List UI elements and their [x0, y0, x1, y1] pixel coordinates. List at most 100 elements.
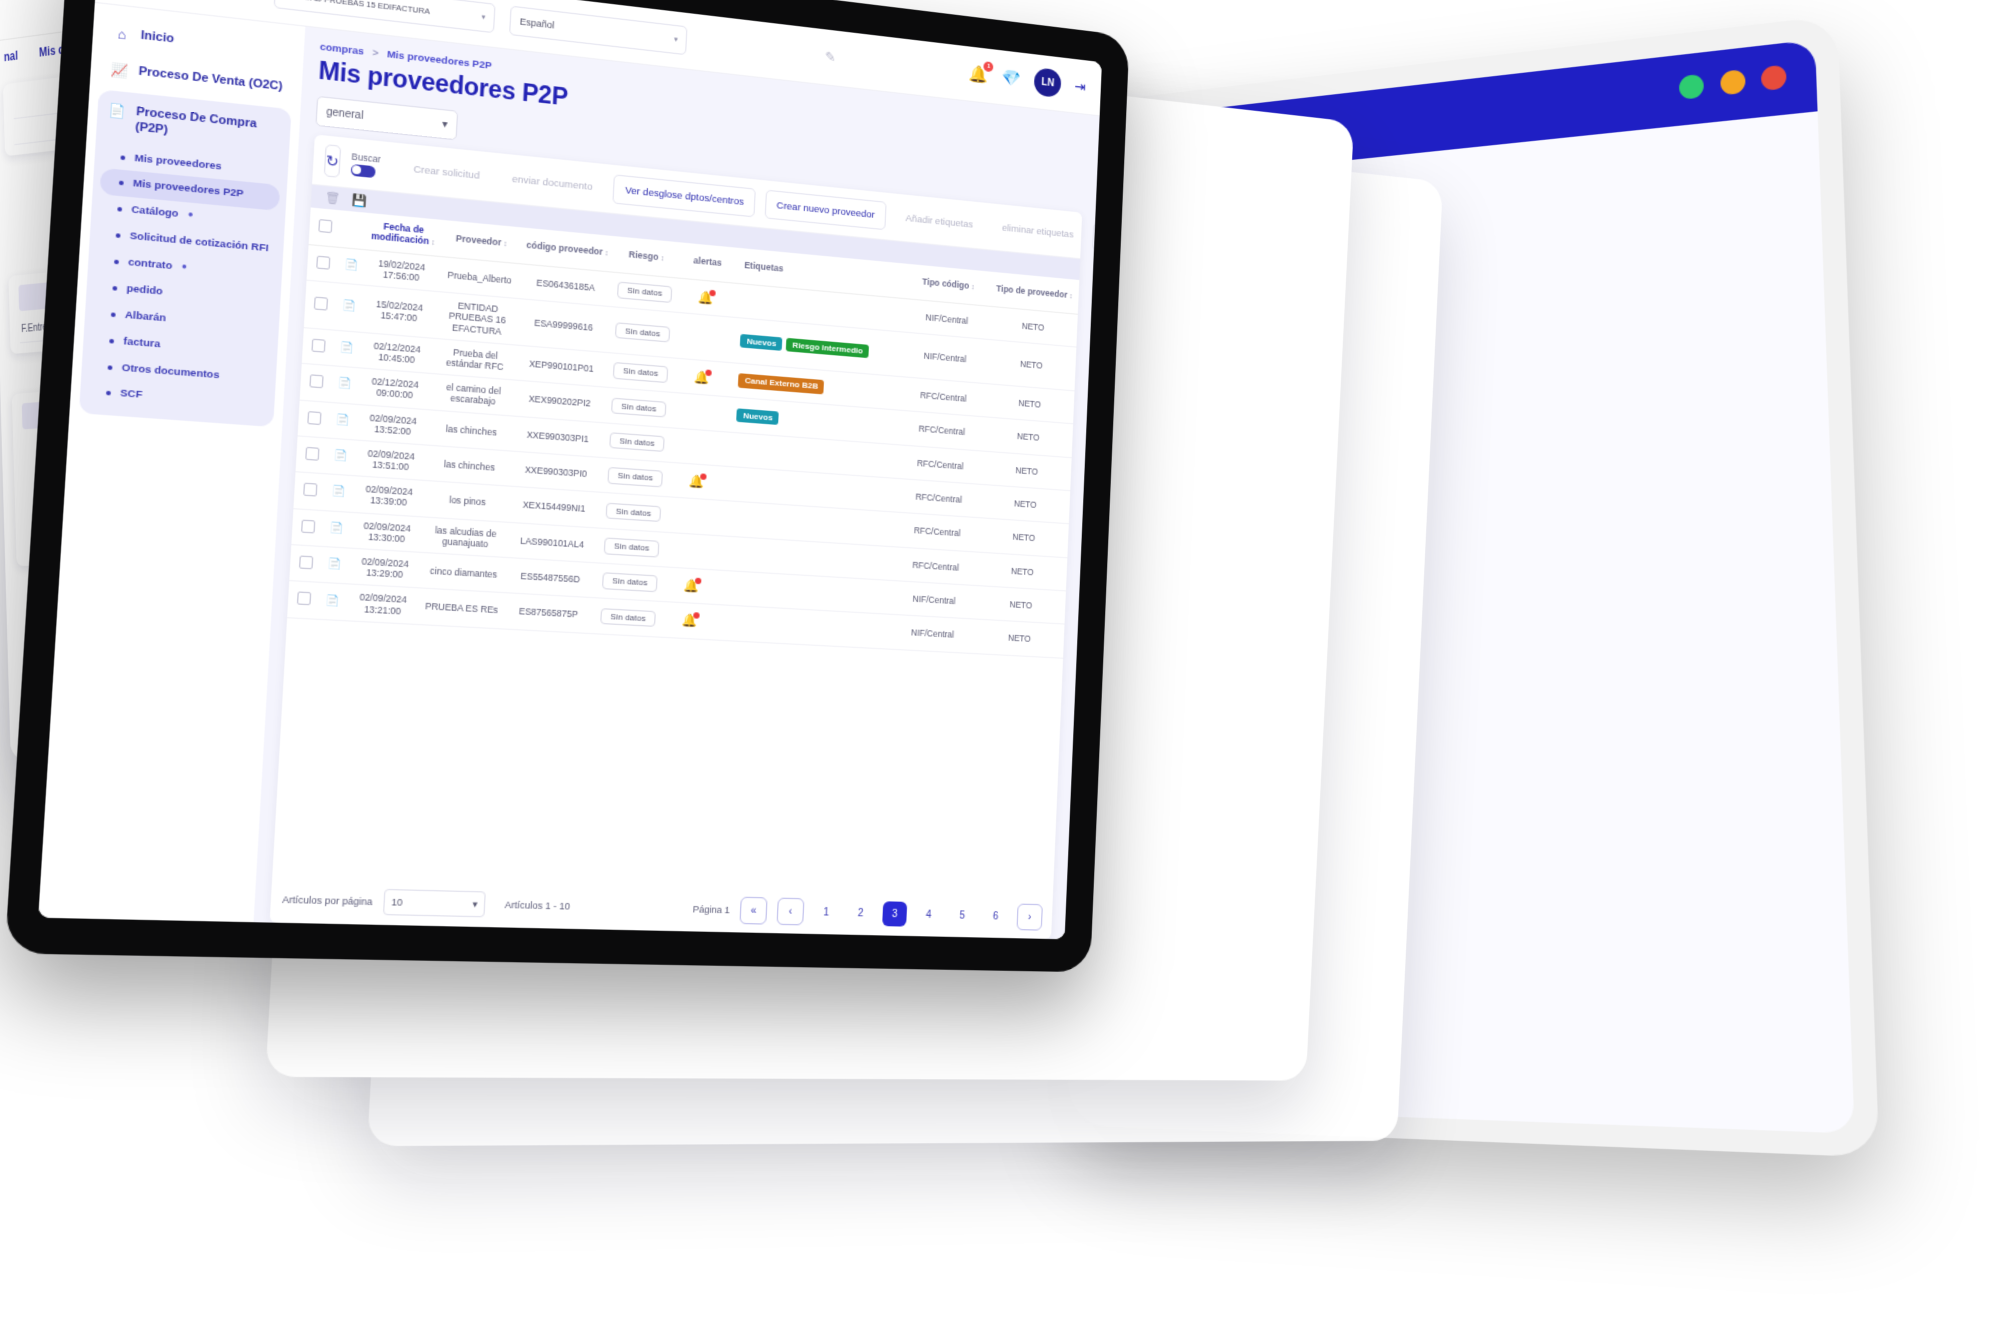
tab-nal[interactable]: nal	[4, 48, 18, 64]
notifications-button[interactable]: 🔔 1	[969, 61, 994, 86]
riesgo-pill[interactable]: Sin datos	[600, 607, 656, 628]
row-select-cell[interactable]	[291, 508, 325, 547]
page-number-3[interactable]: 3	[882, 901, 908, 927]
row-doc-cell[interactable]: 📄	[337, 247, 366, 286]
row-checkbox[interactable]	[316, 255, 331, 270]
first-page-button[interactable]: «	[739, 896, 768, 925]
row-checkbox[interactable]	[303, 483, 318, 497]
cell-riesgo: Sin datos	[603, 387, 675, 428]
cell-proveedor: las chinches	[426, 445, 513, 487]
ver-desglose-button[interactable]: Ver desglose dptos/centros	[612, 174, 756, 218]
row-select-cell[interactable]	[306, 244, 340, 284]
alert-bell-icon[interactable]: 🔔	[694, 369, 713, 385]
row-checkbox[interactable]	[300, 519, 316, 534]
riesgo-pill[interactable]: Sin datos	[615, 321, 670, 343]
language-select[interactable]: Español ▾	[509, 5, 688, 56]
row-select-cell[interactable]	[301, 327, 335, 366]
crear-solicitud-button[interactable]: Crear solicitud	[402, 154, 491, 190]
enviar-documento-button[interactable]: enviar documento	[501, 164, 604, 201]
riesgo-pill[interactable]: Sin datos	[607, 467, 663, 488]
row-doc-cell[interactable]: 📄	[334, 283, 364, 333]
row-checkbox[interactable]	[296, 591, 312, 606]
riesgo-pill[interactable]: Sin datos	[611, 397, 667, 418]
riesgo-pill[interactable]: Sin datos	[613, 362, 668, 383]
bullet-icon	[117, 207, 123, 212]
save-icon[interactable]: 💾	[351, 193, 367, 208]
riesgo-pill[interactable]: Sin datos	[609, 432, 665, 453]
eliminar-etiquetas-button[interactable]: eliminar etiquetas	[992, 214, 1084, 249]
window-dot-orange[interactable]	[1719, 69, 1746, 96]
prev-page-button[interactable]: ‹	[776, 897, 805, 926]
bullet-icon	[109, 338, 115, 344]
breadcrumb-root[interactable]: compras	[320, 41, 365, 58]
cell-fecha: 15/02/2024 15:47:00	[361, 285, 437, 339]
crear-nuevo-proveedor-button[interactable]: Crear nuevo proveedor	[764, 189, 887, 231]
row-checkbox[interactable]	[305, 446, 320, 461]
refresh-button[interactable]: ↻	[323, 144, 341, 178]
row-checkbox[interactable]	[307, 410, 322, 425]
view-select[interactable]: general ▾	[315, 95, 459, 141]
row-select-cell[interactable]	[293, 472, 327, 511]
alert-bell-icon[interactable]: 🔔	[689, 473, 707, 489]
sidebar-sub-label: Mis proveedores	[134, 151, 222, 173]
main-content: compras > Mis proveedores P2P Mis provee…	[253, 26, 1102, 940]
row-select-cell[interactable]	[297, 399, 331, 438]
sort-icon: ↕	[1069, 292, 1073, 301]
per-page-select[interactable]: 10 ▾	[382, 888, 486, 918]
alert-bell-icon[interactable]: 🔔	[698, 289, 717, 306]
row-checkbox[interactable]	[311, 338, 326, 353]
row-checkbox[interactable]	[313, 296, 328, 312]
chevron-down-icon: ▾	[441, 118, 448, 131]
notification-badge: 1	[983, 61, 994, 73]
page-number-5[interactable]: 5	[950, 903, 975, 928]
row-doc-cell[interactable]: 📄	[318, 582, 347, 621]
row-doc-cell[interactable]: 📄	[332, 329, 362, 368]
tag-badge[interactable]: Riesgo intermedio	[786, 337, 870, 359]
riesgo-pill[interactable]: Sin datos	[604, 537, 660, 558]
row-doc-cell[interactable]: 📄	[324, 474, 354, 512]
page-number-4[interactable]: 4	[916, 902, 941, 927]
alert-bell-icon[interactable]: 🔔	[683, 577, 702, 594]
cell-riesgo: Sin datos	[604, 352, 677, 393]
riesgo-pill[interactable]: Sin datos	[602, 572, 658, 593]
pencil-icon[interactable]: ✎	[824, 49, 836, 65]
mas-button[interactable]: Más ⋯	[1091, 222, 1102, 256]
diamond-icon: 💎	[1001, 69, 1022, 89]
row-doc-cell[interactable]: 📄	[330, 365, 360, 404]
col-riesgo[interactable]: Riesgo ↕	[610, 235, 682, 279]
row-select-cell[interactable]	[303, 280, 338, 330]
chevron-right-icon: ›	[1027, 911, 1032, 923]
next-page-button[interactable]: ›	[1016, 903, 1043, 931]
anadir-etiquetas-button[interactable]: Añadir etiquetas	[895, 204, 983, 239]
riesgo-pill[interactable]: Sin datos	[617, 281, 672, 303]
logout-button[interactable]: ⇥	[1074, 77, 1086, 95]
avatar[interactable]: LN	[1033, 67, 1062, 99]
premium-button[interactable]: 💎	[1001, 67, 1021, 89]
cell-proveedor: PRUEBA ES REs	[418, 588, 505, 629]
row-select-cell[interactable]	[287, 580, 321, 620]
alert-bell-icon[interactable]: 🔔	[682, 612, 701, 629]
row-doc-cell[interactable]: 📄	[320, 546, 349, 585]
chevron-down-icon: ▾	[481, 13, 486, 22]
row-checkbox[interactable]	[298, 555, 314, 570]
trash-icon[interactable]: 🗑	[324, 190, 340, 206]
row-doc-cell[interactable]: 📄	[322, 510, 352, 549]
tag-badge[interactable]: Nuevos	[740, 333, 783, 352]
row-select-cell[interactable]	[289, 544, 323, 583]
row-checkbox[interactable]	[309, 374, 324, 389]
tag-badge[interactable]: Nuevos	[736, 407, 780, 426]
page-number-2[interactable]: 2	[848, 900, 873, 925]
tag-badge[interactable]: Canal Externo B2B	[738, 373, 825, 395]
window-dot-green[interactable]	[1678, 73, 1705, 100]
row-doc-cell[interactable]: 📄	[326, 437, 356, 476]
row-doc-cell[interactable]: 📄	[328, 401, 358, 440]
cell-proveedor: cinco diamantes	[420, 552, 507, 594]
select-all-checkbox[interactable]	[318, 218, 333, 233]
search-toggle[interactable]	[350, 163, 376, 178]
page-number-1[interactable]: 1	[813, 900, 839, 926]
row-select-cell[interactable]	[299, 363, 333, 402]
row-select-cell[interactable]	[295, 435, 329, 475]
page-number-6[interactable]: 6	[983, 904, 1008, 929]
window-dot-red[interactable]	[1760, 64, 1787, 92]
riesgo-pill[interactable]: Sin datos	[605, 502, 661, 523]
